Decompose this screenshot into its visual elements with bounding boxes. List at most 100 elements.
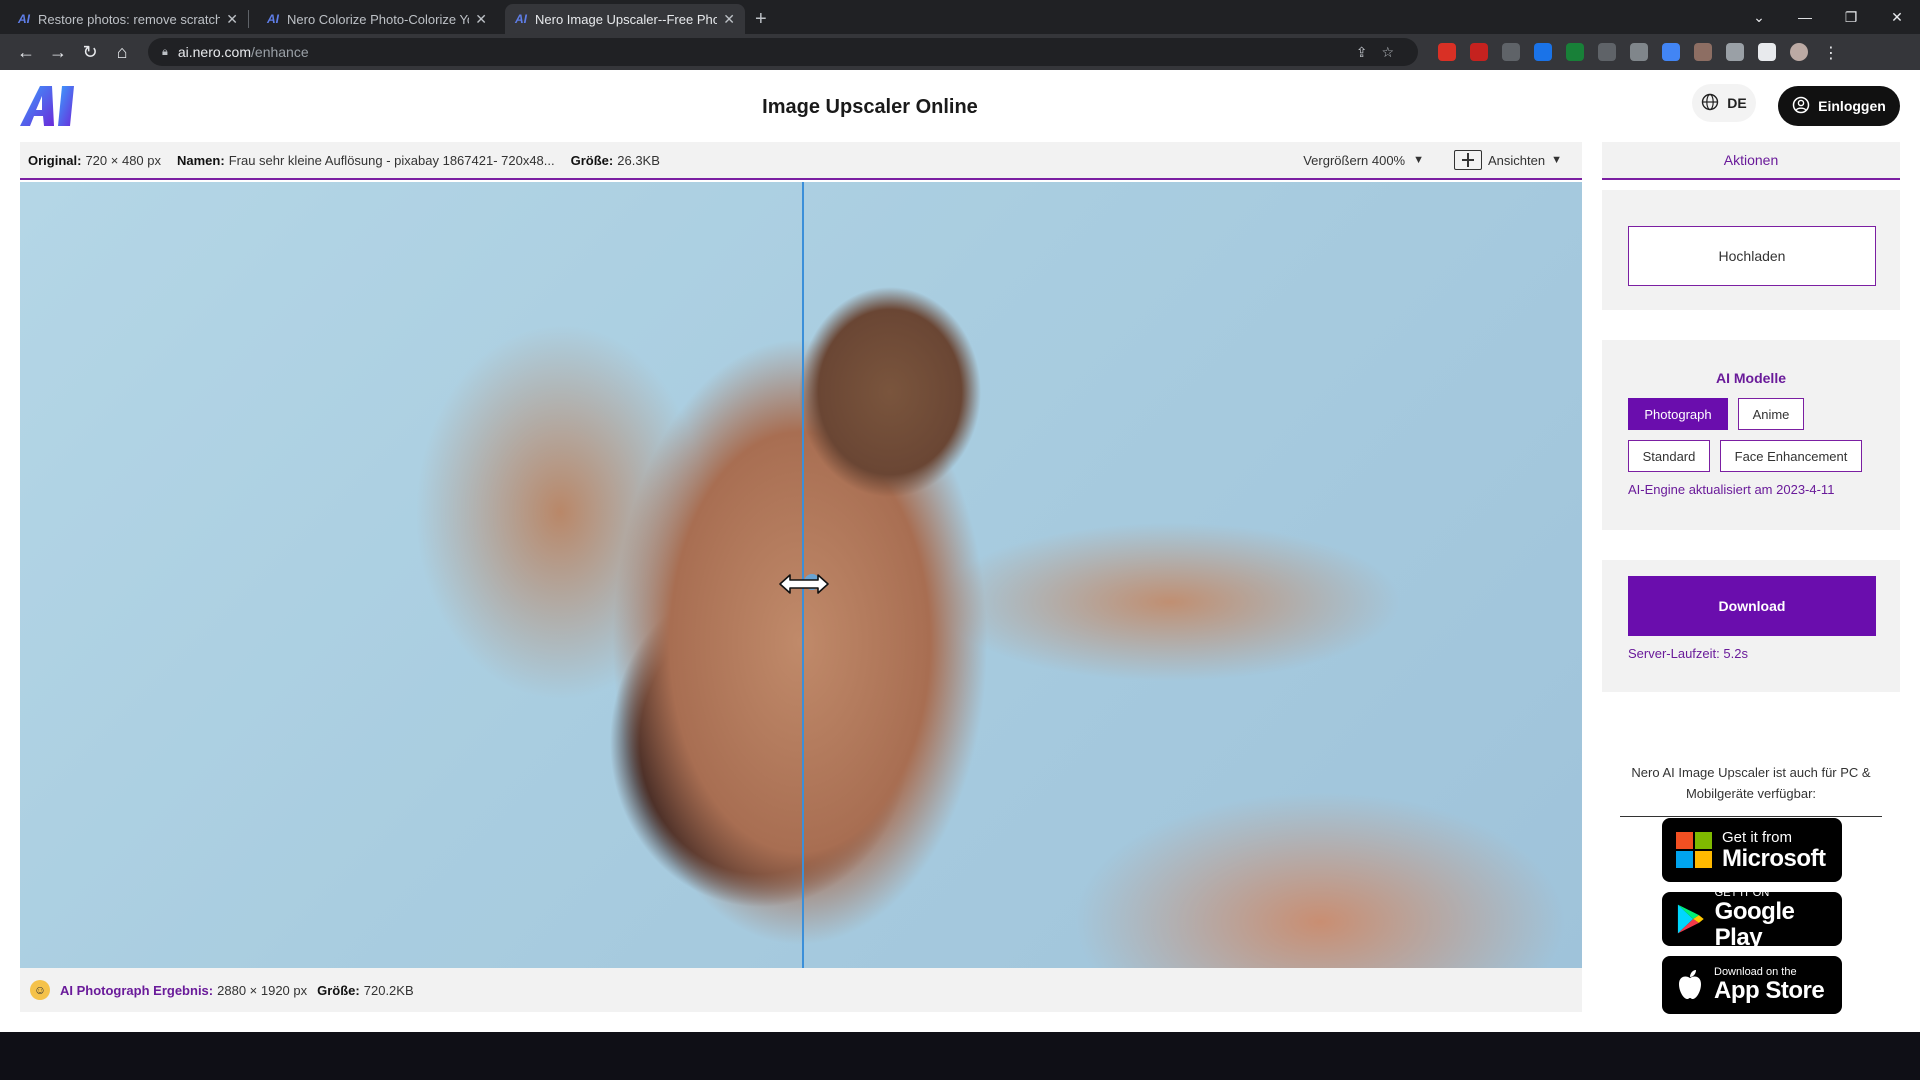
- nero-favicon-icon: AI: [267, 12, 279, 26]
- extension-icons: ⋮: [1438, 43, 1840, 62]
- name-value: Frau sehr kleine Auflösung - pixabay 186…: [228, 152, 555, 168]
- size-value: 26.3KB: [617, 152, 660, 168]
- lock-icon[interactable]: 🔒︎: [162, 46, 168, 59]
- result-size: Größe: 720.2KB: [317, 983, 414, 998]
- extension-icon[interactable]: [1502, 43, 1520, 61]
- browser-toolbar: ← → ↻ ⌂ 🔒︎ ai.nero.com/enhance ⇪☆ ⋮: [0, 34, 1920, 70]
- size-label: Größe:: [570, 152, 614, 168]
- badge-big-text: Microsoft: [1722, 844, 1826, 872]
- browser-tab-restore[interactable]: AI Restore photos: remove scratches ✕: [8, 4, 248, 34]
- new-tab-icon[interactable]: +: [755, 4, 767, 34]
- caret-down-icon: ▼: [1551, 154, 1562, 166]
- views-label: Ansichten: [1488, 152, 1546, 168]
- model-photograph-button[interactable]: Photograph: [1628, 398, 1728, 430]
- server-runtime: Server-Laufzeit: 5.2s: [1628, 646, 1748, 661]
- home-icon[interactable]: ⌂: [106, 42, 138, 63]
- result-label: AI Photograph Ergebnis:: [60, 982, 214, 998]
- window-controls: ⌄ — ❐ ✕: [1736, 0, 1920, 34]
- browser-tab-bar: AI Restore photos: remove scratches ✕ AI…: [0, 0, 1920, 34]
- globe-icon: [1701, 93, 1719, 114]
- smiley-icon: ☺: [30, 980, 50, 1000]
- language-selector[interactable]: DE: [1692, 84, 1756, 122]
- language-code: DE: [1727, 95, 1747, 111]
- badge-small-text: Get it from: [1722, 828, 1793, 846]
- zoom-dropdown[interactable]: Vergrößern 400% ▼: [1303, 153, 1424, 168]
- tab-separator: [248, 10, 249, 28]
- google-play-icon: [1677, 904, 1704, 934]
- download-extension-icon[interactable]: [1566, 43, 1584, 61]
- download-button[interactable]: Download: [1628, 576, 1876, 636]
- login-label: Einloggen: [1818, 98, 1886, 114]
- caret-down-icon: ▼: [1413, 154, 1425, 166]
- user-icon: [1792, 96, 1810, 117]
- model-standard-button[interactable]: Standard: [1628, 440, 1710, 472]
- tab-title: Nero Image Upscaler--Free Photo: [535, 11, 718, 27]
- browser-tab-colorize[interactable]: AI Nero Colorize Photo-Colorize Your ✕: [257, 4, 497, 34]
- app-store-badge[interactable]: Download on the App Store: [1662, 956, 1842, 1014]
- share-bookmark-icons[interactable]: ⇪☆: [1356, 44, 1408, 61]
- close-icon[interactable]: ✕: [723, 11, 735, 28]
- camera-extension-icon[interactable]: [1630, 43, 1648, 61]
- original-size: Größe: 26.3KB: [571, 153, 660, 168]
- url-host: ai.nero.com: [177, 44, 252, 60]
- engine-update-note: AI-Engine aktualisiert am 2023-4-11: [1628, 482, 1835, 497]
- result-size-value: 720.2KB: [363, 982, 414, 998]
- resize-handle-icon[interactable]: [776, 570, 832, 598]
- views-dropdown[interactable]: Ansichten ▼: [1454, 150, 1562, 170]
- model-face-enhancement-button[interactable]: Face Enhancement: [1720, 440, 1862, 472]
- original-label: Original:: [28, 152, 82, 168]
- browser-tab-upscaler[interactable]: AI Nero Image Upscaler--Free Photo ✕: [505, 4, 745, 34]
- ai-models-card: AI Modelle Photograph Anime Standard Fac…: [1602, 340, 1900, 530]
- model-anime-button[interactable]: Anime: [1738, 398, 1804, 430]
- app-store-badge-text: Download on the App Store: [1714, 966, 1825, 1004]
- tab-title: Restore photos: remove scratches: [38, 11, 221, 27]
- badge-big-text: Google Play: [1714, 898, 1795, 951]
- image-info-bar: Original: 720 × 480 px Namen: Frau sehr kl…: [20, 142, 1582, 180]
- adblock-extension-icon[interactable]: [1438, 43, 1456, 61]
- puzzle-extensions-icon[interactable]: [1726, 43, 1744, 61]
- tab-search-icon[interactable]: ⌄: [1736, 9, 1782, 26]
- address-bar[interactable]: 🔒︎ ai.nero.com/enhance ⇪☆: [148, 38, 1418, 66]
- close-window-icon[interactable]: ✕: [1874, 9, 1920, 26]
- login-button[interactable]: Einloggen: [1778, 86, 1900, 126]
- close-icon[interactable]: ✕: [226, 11, 238, 28]
- profile-avatar-icon[interactable]: [1790, 43, 1808, 61]
- image-comparison-view[interactable]: [20, 182, 1582, 968]
- tab-title: Nero Colorize Photo-Colorize Your: [287, 11, 470, 27]
- sidepanel-icon[interactable]: [1758, 43, 1776, 61]
- extension-icon[interactable]: [1662, 43, 1680, 61]
- badge-big-text: App Store: [1714, 977, 1825, 1004]
- minimize-icon[interactable]: —: [1782, 9, 1828, 25]
- models-title: AI Modelle: [1715, 370, 1786, 386]
- microsoft-store-badge[interactable]: Get it from Microsoft: [1662, 818, 1842, 882]
- extension-icon[interactable]: [1694, 43, 1712, 61]
- result-dimensions: AI Photograph Ergebnis: 2880 × 1920 px: [60, 983, 307, 998]
- restore-icon[interactable]: ❐: [1828, 9, 1874, 26]
- extension-icon[interactable]: [1598, 43, 1616, 61]
- compare-view-icon: [1454, 150, 1483, 170]
- original-dimensions: Original: 720 × 480 px: [28, 153, 161, 168]
- microsoft-logo-icon: [1676, 832, 1712, 868]
- menu-icon[interactable]: ⋮: [1822, 43, 1840, 62]
- download-card: Download Server-Laufzeit: 5.2s: [1602, 560, 1900, 692]
- extension-icon[interactable]: [1470, 43, 1488, 61]
- availability-text: Nero AI Image Upscaler ist auch für PC &…: [1620, 762, 1882, 817]
- result-size-label: Größe:: [317, 982, 360, 998]
- original-value: 720 × 480 px: [85, 152, 161, 168]
- result-info-bar: ☺ AI Photograph Ergebnis: 2880 × 1920 px …: [20, 968, 1582, 1012]
- url-path: /enhance: [251, 44, 309, 60]
- upload-button[interactable]: Hochladen: [1628, 226, 1876, 286]
- microsoft-badge-text: Get it from Microsoft: [1722, 829, 1826, 872]
- google-play-badge[interactable]: GET IT ON Google Play: [1662, 887, 1842, 951]
- zoom-label: Vergrößern 400%: [1303, 152, 1406, 168]
- nero-favicon-icon: AI: [515, 12, 527, 26]
- close-icon[interactable]: ✕: [475, 11, 487, 28]
- extension-icon[interactable]: [1534, 43, 1552, 61]
- back-icon[interactable]: ←: [10, 42, 42, 63]
- result-dimensions-value: 2880 × 1920 px: [217, 982, 308, 998]
- file-name: Namen: Frau sehr kleine Auflösung - pixab…: [177, 153, 555, 168]
- reload-icon[interactable]: ↻: [74, 42, 106, 63]
- upload-card: Hochladen: [1602, 190, 1900, 310]
- forward-icon[interactable]: →: [42, 42, 74, 63]
- tab-actions[interactable]: Aktionen: [1602, 142, 1900, 180]
